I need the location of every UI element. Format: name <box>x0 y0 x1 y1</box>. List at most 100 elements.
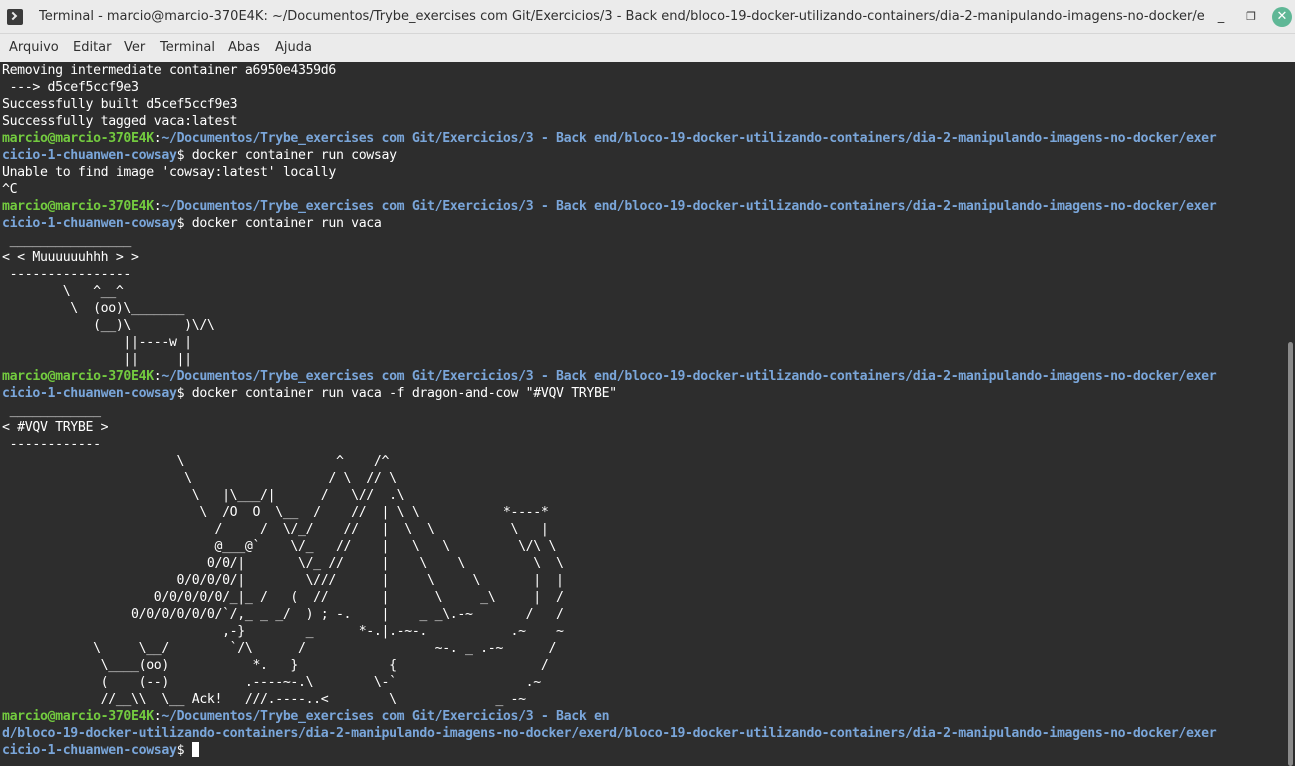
terminal-text-segment: || || <box>2 352 192 367</box>
prompt-path: ~/Documentos/Trybe_exercises com Git/Exe… <box>161 369 1217 384</box>
terminal-text: Removing intermediate container a6950e43… <box>0 62 1286 759</box>
prompt-user-host: marcio@marcio-370E4K <box>2 369 154 384</box>
terminal-text-segment: Removing intermediate container a6950e43… <box>2 63 336 78</box>
terminal-line: / / \/_/ // | \ \ \ | <box>2 522 549 537</box>
terminal-window: Terminal - marcio@marcio-370E4K: ~/Docum… <box>0 0 1295 766</box>
terminal-line: \____(oo) *. } { / <box>2 658 549 673</box>
terminal-line: Successfully built d5cef5ccf9e3 <box>2 97 238 112</box>
terminal-line: 0/0/0/0/0/_|_ / ( // | \ _\ | / <box>2 590 564 605</box>
terminal-line: Unable to find image 'cowsay:latest' loc… <box>2 165 336 180</box>
prompt-path: d/bloco-19-docker-utilizando-containers/… <box>2 726 1217 741</box>
maximize-button[interactable]: ❐ <box>1241 7 1261 27</box>
prompt-path: cicio-1-chuanwen-cowsay <box>2 743 177 758</box>
terminal-line: marcio@marcio-370E4K:~/Documentos/Trybe_… <box>2 369 1217 384</box>
menu-editar[interactable]: Editar <box>73 34 112 62</box>
terminal-text-segment: 0/0/| \/_ // | \ \ \ \ <box>2 556 564 571</box>
terminal-text-segment: \ (oo)\_______ <box>2 301 185 316</box>
menu-bar: Arquivo Editar Ver Terminal Abas Ajuda <box>0 34 1295 62</box>
terminal-line: marcio@marcio-370E4K:~/Documentos/Trybe_… <box>2 131 1217 146</box>
menu-arquivo[interactable]: Arquivo <box>9 34 59 62</box>
terminal-text-segment: $ docker container run cowsay <box>176 148 397 163</box>
terminal-text-segment: ||----w | <box>2 335 192 350</box>
terminal-line: Removing intermediate container a6950e43… <box>2 63 336 78</box>
terminal-text-segment: (__)\ )\/\ <box>2 318 215 333</box>
terminal-line: //__\\ \__ Ack! ///.----..< \ _ -~ <box>2 692 526 707</box>
terminal-text-segment: \ / \ // \ <box>2 471 397 486</box>
terminal-line: ---> d5cef5ccf9e3 <box>2 80 139 95</box>
terminal-line: \ (oo)\_______ <box>2 301 184 316</box>
terminal-line: marcio@marcio-370E4K:~/Documentos/Trybe_… <box>2 199 1217 214</box>
terminal-line: cicio-1-chuanwen-cowsay$ <box>2 742 199 758</box>
terminal-text-segment: $ <box>176 743 192 758</box>
terminal-text-segment: 0/0/0/0/0/0/`/,_ _ _/ ) ; -. | _ _\.-~ /… <box>2 607 564 622</box>
terminal-text-segment: ________________ <box>2 233 132 248</box>
prompt-path: cicio-1-chuanwen-cowsay <box>2 386 177 401</box>
prompt-path: cicio-1-chuanwen-cowsay <box>2 148 177 163</box>
terminal-output-area[interactable]: Removing intermediate container a6950e43… <box>0 62 1286 766</box>
terminal-text-segment: \____(oo) *. } { / <box>2 658 549 673</box>
terminal-text-segment: Successfully tagged vaca:latest <box>2 114 238 129</box>
terminal-line: < #VQV TRYBE > <box>2 420 109 435</box>
close-button[interactable]: ✕ <box>1272 7 1292 27</box>
terminal-line: ________________ <box>2 233 132 248</box>
window-title: Terminal - marcio@marcio-370E4K: ~/Docum… <box>39 9 1204 24</box>
terminal-line: (__)\ )\/\ <box>2 318 215 333</box>
terminal-text-segment: \ |\___/| / \// .\ <box>2 488 405 503</box>
terminal-text-segment: \ ^__^ <box>2 284 124 299</box>
terminal-line: < < Muuuuuuhhh > > <box>2 250 139 265</box>
terminal-text-segment: Successfully built d5cef5ccf9e3 <box>2 97 238 112</box>
prompt-user-host: marcio@marcio-370E4K <box>2 131 154 146</box>
terminal-line: ---------------- <box>2 267 132 282</box>
scrollbar-thumb[interactable] <box>1288 342 1293 766</box>
terminal-text-segment: ,-} _ *-.|.-~-. .~ ~ <box>2 624 564 639</box>
terminal-line: \ /O O \__ / // | \ \ *----* <box>2 505 548 520</box>
terminal-text-segment: ^C <box>2 182 18 197</box>
terminal-text-segment: \ /O O \__ / // | \ \ *----* <box>2 505 549 520</box>
prompt-path: cicio-1-chuanwen-cowsay <box>2 216 177 231</box>
terminal-line: ,-} _ *-.|.-~-. .~ ~ <box>2 624 564 639</box>
terminal-line: 0/0/0/0/| \/// | \ \ | | <box>2 573 564 588</box>
menu-ver[interactable]: Ver <box>124 34 145 62</box>
terminal-text-segment: \ ^ /^ <box>2 454 390 469</box>
prompt-user-host: marcio@marcio-370E4K <box>2 709 154 724</box>
terminal-text-segment: 0/0/0/0/0/_|_ / ( // | \ _\ | / <box>2 590 564 605</box>
terminal-line: ( (--) .----~-.\ \-` .~ <box>2 675 542 690</box>
terminal-line: marcio@marcio-370E4K:~/Documentos/Trybe_… <box>2 709 610 724</box>
terminal-line: \ / \ // \ <box>2 471 397 486</box>
terminal-text-segment: ------------ <box>2 437 101 452</box>
prompt-user-host: marcio@marcio-370E4K <box>2 199 154 214</box>
terminal-text-segment: @___@` \/_ // | \ \ \/\ \ <box>2 539 557 554</box>
terminal-scrollbar[interactable] <box>1286 62 1295 766</box>
title-bar[interactable]: Terminal - marcio@marcio-370E4K: ~/Docum… <box>0 0 1295 34</box>
menu-abas[interactable]: Abas <box>228 34 260 62</box>
terminal-text-segment: ---------------- <box>2 267 132 282</box>
terminal-text-segment: / / \/_/ // | \ \ \ | <box>2 522 549 537</box>
terminal-text-segment: $ docker container run vaca -f dragon-an… <box>176 386 618 401</box>
terminal-text-segment: 0/0/0/0/| \/// | \ \ | | <box>2 573 564 588</box>
terminal-line: 0/0/| \/_ // | \ \ \ \ <box>2 556 564 571</box>
menu-ajuda[interactable]: Ajuda <box>275 34 312 62</box>
terminal-line: 0/0/0/0/0/0/`/,_ _ _/ ) ; -. | _ _\.-~ /… <box>2 607 564 622</box>
terminal-line: ^C <box>2 182 18 197</box>
terminal-text-segment: ( (--) .----~-.\ \-` .~ <box>2 675 542 690</box>
prompt-path: ~/Documentos/Trybe_exercises com Git/Exe… <box>161 131 1217 146</box>
terminal-text-segment: < #VQV TRYBE > <box>2 420 109 435</box>
terminal-text-segment: \ \__/ `/\ / ~-. _ .-~ / <box>2 641 557 656</box>
terminal-line: cicio-1-chuanwen-cowsay$ docker containe… <box>2 386 617 401</box>
terminal-line: d/bloco-19-docker-utilizando-containers/… <box>2 726 1217 741</box>
terminal-cursor <box>191 742 199 757</box>
terminal-line: \ \__/ `/\ / ~-. _ .-~ / <box>2 641 556 656</box>
terminal-line: || || <box>2 352 192 367</box>
terminal-line: cicio-1-chuanwen-cowsay$ docker containe… <box>2 216 382 231</box>
menu-terminal[interactable]: Terminal <box>160 34 215 62</box>
prompt-path: ~/Documentos/Trybe_exercises com Git/Exe… <box>161 199 1217 214</box>
prompt-path: ~/Documentos/Trybe_exercises com Git/Exe… <box>161 709 610 724</box>
terminal-line: \ ^__^ <box>2 284 124 299</box>
terminal-text-segment: $ docker container run vaca <box>176 216 382 231</box>
terminal-text-segment: //__\\ \__ Ack! ///.----..< \ _ -~ <box>2 692 526 707</box>
terminal-line: cicio-1-chuanwen-cowsay$ docker containe… <box>2 148 397 163</box>
terminal-text-segment: ---> d5cef5ccf9e3 <box>2 80 139 95</box>
minimize-button[interactable]: _ <box>1211 7 1231 27</box>
terminal-line: ||----w | <box>2 335 192 350</box>
terminal-text-segment: ____________ <box>2 403 101 418</box>
